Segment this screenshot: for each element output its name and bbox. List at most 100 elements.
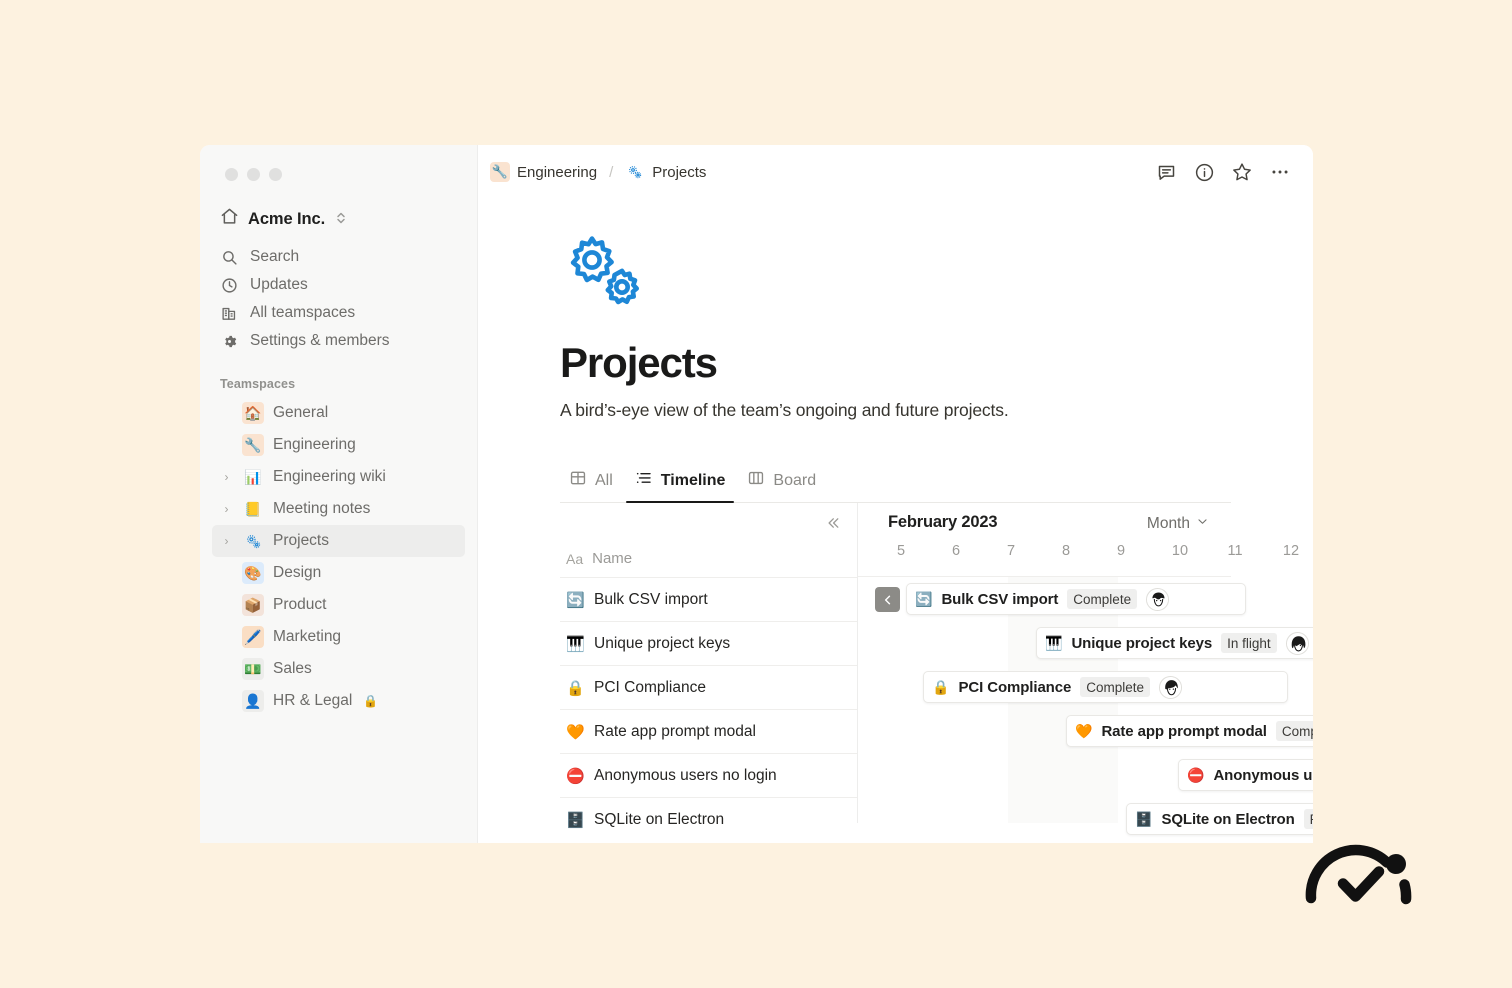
notebook-emoji-icon: 📒 [244,501,262,517]
sidebar-item-label: Sales [273,660,312,677]
table-row[interactable]: 🧡 Rate app prompt modal [560,709,857,753]
timeline-grid-header: February 2023 Month 5 6 7 8 9 10 11 12 [858,503,1299,578]
sidebar-item-label: Settings & members [250,332,390,349]
text-type-icon: Aa [566,550,584,567]
view-tabs: All Timeline Board [560,463,1231,504]
orange-heart-emoji-icon: 🧡 [566,723,585,741]
tab-timeline[interactable]: Timeline [625,463,735,504]
scale-value: Month [1146,515,1190,533]
sidebar-item-hr-legal[interactable]: › 👤 HR & Legal 🔒 [212,685,465,717]
buildings-icon [220,305,239,322]
breadcrumb-item-projects[interactable]: Projects [625,162,706,182]
sidebar-item-label: HR & Legal [273,692,353,709]
minimize-button[interactable] [247,168,260,181]
sidebar-item-label: Engineering [273,436,356,453]
tab-board[interactable]: Board [738,463,825,502]
screenshot-stage: Acme Inc. Search Updates All teamspaces … [0,0,1512,988]
breadcrumb-label: Engineering [517,163,598,181]
tab-all[interactable]: All [560,463,622,502]
sidebar-item-projects[interactable]: › Projects [212,525,465,557]
table-row[interactable]: 🗄️ SQLite on Electron [560,797,857,841]
sidebar-item-updates[interactable]: Updates [212,271,465,299]
day-tick: 9 [1116,543,1126,560]
workspace-name: Acme Inc. [248,209,326,228]
breadcrumb-label: Projects [652,163,707,181]
bar-title: Anonymous users no login [1213,766,1313,784]
refresh-emoji-icon: 🔄 [566,591,585,609]
more-options-icon[interactable] [1265,157,1295,187]
chevron-right-icon[interactable]: › [220,535,233,547]
scale-selector[interactable]: Month [1147,515,1209,533]
breadcrumb-separator: / [609,163,614,181]
gears-emoji-icon [625,162,645,182]
sidebar-item-marketing[interactable]: › 🖊️ Marketing [212,621,465,653]
sidebar-item-settings-members[interactable]: Settings & members [212,327,465,355]
board-icon [747,469,765,492]
sidebar-item-design[interactable]: › 🎨 Design [212,557,465,589]
table-row[interactable]: 🔒 PCI Compliance [560,665,857,709]
timeline-bar[interactable]: 🧡 Rate app prompt modal Complete [1066,715,1313,748]
day-tick: 5 [896,543,906,560]
timeline-bar[interactable]: 🔄 Bulk CSV import Complete [875,583,1246,616]
avatar[interactable] [1285,631,1309,655]
lock-emoji-icon: 🔒 [566,679,585,697]
chevrons-left-icon[interactable] [821,511,845,535]
chevron-right-icon[interactable]: › [220,471,233,483]
star-icon[interactable] [1227,157,1257,187]
timeline-bar[interactable]: 🔒 PCI Compliance Complete [923,671,1288,704]
chart-emoji-icon: 📊 [244,469,262,485]
gears-emoji-icon [242,530,264,552]
checkmark-arc-logo [1303,826,1415,921]
wrench-emoji-icon: 🔧 [490,162,510,182]
tab-label: Board [773,471,817,489]
sidebar-item-sales[interactable]: › 💵 Sales [212,653,465,685]
tab-label: All [595,471,613,489]
timeline-name-column: Aa Name 🔄 Bulk CSV import 🎹 Unique proje… [560,503,858,829]
sidebar-section-teamspaces: Teamspaces [220,377,296,391]
orange-heart-emoji-icon: 🧡 [1075,722,1093,739]
sidebar-item-general[interactable]: › 🏠 General [212,397,465,429]
gears-icon[interactable] [560,231,1313,314]
row-name: PCI Compliance [594,678,706,696]
timeline-bar[interactable]: 🎹 Unique project keys In flight [1036,627,1313,660]
breadcrumb-item-engineering[interactable]: 🔧 Engineering [490,162,597,182]
table-row[interactable]: ⛔ Anonymous users no login [560,753,857,797]
zoom-button[interactable] [269,168,282,181]
timeline-bar[interactable]: ⛔ Anonymous users no login [1178,759,1313,792]
sidebar-item-engineering-wiki[interactable]: › 📊 Engineering wiki [212,461,465,493]
avatar[interactable] [1159,675,1183,699]
sidebar-item-engineering[interactable]: › 🔧 Engineering [212,429,465,461]
chevron-right-icon[interactable]: › [220,503,233,515]
sidebar-item-label: Product [273,596,327,613]
timeline-bar[interactable]: 🗄️ SQLite on Electron Planned [1126,803,1313,836]
sidebar-item-label: Updates [250,276,308,293]
info-icon[interactable] [1189,157,1219,187]
window-traffic-lights [212,145,465,181]
scroll-to-bar-arrow-icon[interactable] [875,587,900,613]
status-badge: Complete [1275,721,1313,742]
piano-emoji-icon: 🎹 [566,635,585,653]
avatar[interactable] [1146,587,1170,611]
name-column-header[interactable]: Aa Name [566,550,632,567]
sidebar-item-label: Design [273,564,322,581]
sidebar-item-meeting-notes[interactable]: › 📒 Meeting notes [212,493,465,525]
comments-icon[interactable] [1151,157,1181,187]
close-button[interactable] [225,168,238,181]
workspace-switcher[interactable]: Acme Inc. [212,203,465,235]
sidebar-item-all-teamspaces[interactable]: All teamspaces [212,299,465,327]
row-name: Rate app prompt modal [594,722,756,740]
name-column-label: Name [592,550,633,568]
lock-emoji-icon: 🔒 [932,678,950,695]
palette-emoji-icon: 🎨 [242,562,264,584]
bar-title: Bulk CSV import [941,590,1059,608]
month-label: February 2023 [888,513,998,532]
status-badge: Complete [1067,589,1138,610]
day-tick: 11 [1227,543,1243,560]
pen-emoji-icon: 🖊️ [242,626,264,648]
sidebar: Acme Inc. Search Updates All teamspaces … [200,145,478,843]
table-row[interactable]: 🎹 Unique project keys [560,621,857,665]
table-row[interactable]: 🔄 Bulk CSV import [560,577,857,621]
sidebar-item-search[interactable]: Search [212,243,465,271]
chevron-updown-icon [336,211,346,228]
sidebar-item-product[interactable]: › 📦 Product [212,589,465,621]
